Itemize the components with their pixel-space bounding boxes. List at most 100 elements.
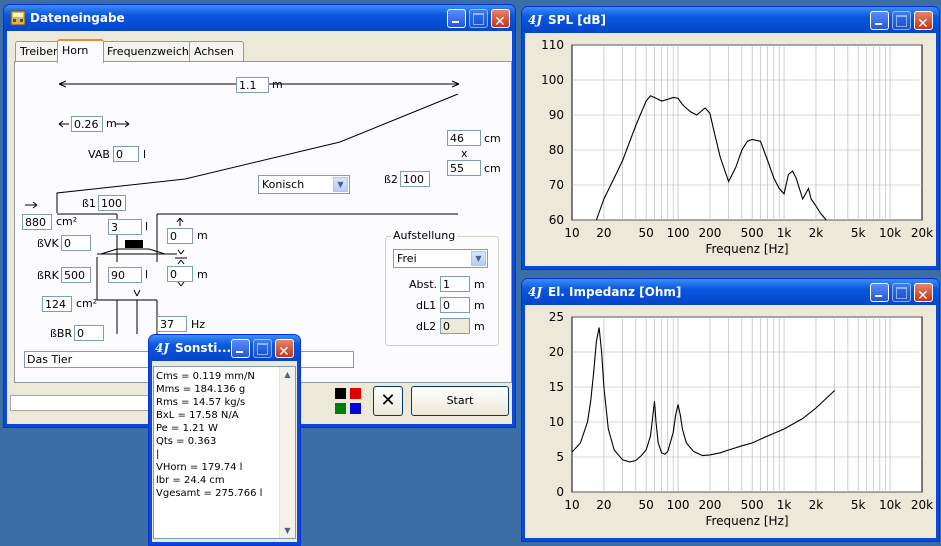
- vab-unit: l: [143, 148, 147, 161]
- beta2-label: ß2: [384, 173, 398, 186]
- brk-input[interactable]: [61, 267, 91, 283]
- y-tick-label: 60: [549, 213, 564, 227]
- freq-input[interactable]: [157, 316, 187, 332]
- cancel-x-button[interactable]: ✕: [373, 386, 403, 416]
- x-tick-label: 500: [741, 498, 764, 512]
- x-tick-label: 100: [667, 226, 690, 240]
- info-line: lbr = 24.4 cm: [156, 475, 225, 486]
- tab-achsen[interactable]: Achsen: [189, 41, 244, 61]
- width-unit: cm: [484, 132, 501, 145]
- info-line: |: [156, 449, 160, 460]
- y-tick-label: 0: [556, 485, 564, 499]
- color-swatches: [335, 388, 363, 416]
- sonstiges-window: 4J Sonsti... ✕ Cms = 0.119 mm/N Mms = 184…: [148, 334, 301, 546]
- close-button[interactable]: ✕: [491, 9, 510, 30]
- dateneingabe-titlebar[interactable]: Dateneingabe ✕: [4, 5, 515, 31]
- dl2-unit: m: [474, 320, 485, 333]
- close-icon: ✕: [380, 390, 396, 411]
- bvk-input[interactable]: [61, 235, 91, 251]
- vertical-scrollbar[interactable]: ▲ ▼: [279, 367, 295, 538]
- port-area-input[interactable]: [42, 296, 72, 312]
- small-length-input[interactable]: [71, 116, 103, 132]
- app-icon: [10, 10, 26, 26]
- tab-horn[interactable]: Horn: [57, 39, 104, 63]
- sonstiges-titlebar[interactable]: 4J Sonsti... ✕: [149, 335, 300, 361]
- bbr-input[interactable]: [74, 325, 104, 341]
- x-tick-label: 1k: [777, 226, 792, 240]
- dist1-unit: m: [197, 229, 208, 242]
- x-tick-label: 2k: [809, 226, 824, 240]
- sonstiges-textarea[interactable]: Cms = 0.119 mm/N Mms = 184.136 g Rms = 14.…: [153, 366, 296, 539]
- abst-input[interactable]: [440, 276, 470, 292]
- vab-input[interactable]: [113, 146, 139, 162]
- x-tick-label: 50: [638, 226, 653, 240]
- maximize-button[interactable]: [892, 283, 911, 302]
- info-line: Vgesamt = 275.766 l: [156, 488, 263, 499]
- spl-window: 4J SPL [dB] ✕ 60 70 80 90 100 110 10 20 50 100 200…: [521, 6, 940, 270]
- spl-titlebar[interactable]: 4J SPL [dB] ✕: [522, 7, 939, 33]
- tab-treiber[interactable]: Treiber: [15, 41, 63, 61]
- aj-logo-icon: 4J: [155, 341, 170, 355]
- plot-area: [571, 316, 923, 493]
- height-unit: cm: [484, 162, 501, 175]
- minimize-button[interactable]: [231, 339, 250, 358]
- maximize-button[interactable]: [469, 9, 488, 28]
- beta2-input[interactable]: [400, 171, 430, 187]
- maximize-button[interactable]: [253, 339, 272, 358]
- swatch-red[interactable]: [350, 388, 361, 399]
- close-button[interactable]: ✕: [914, 283, 933, 304]
- throat-area-unit: cm²: [56, 215, 78, 228]
- window-title: Dateneingabe: [30, 11, 125, 25]
- beta1-input[interactable]: [98, 195, 126, 211]
- minimize-button[interactable]: [870, 283, 889, 302]
- minimize-button[interactable]: [447, 9, 466, 28]
- beta1-label: ß1: [82, 197, 96, 210]
- x-tick-label: 10k: [879, 498, 901, 512]
- spl-title: SPL [dB]: [548, 13, 606, 27]
- impedance-titlebar[interactable]: 4J El. Impedanz [Ohm] ✕: [522, 279, 939, 305]
- dist1-input[interactable]: [167, 228, 193, 244]
- dl1-input[interactable]: [440, 297, 470, 313]
- maximize-button[interactable]: [892, 11, 911, 30]
- throat-area-input[interactable]: [22, 214, 52, 230]
- width-input[interactable]: [447, 130, 481, 146]
- y-tick-label: 80: [549, 143, 564, 157]
- y-tick-label: 10: [549, 415, 564, 429]
- chevron-down-icon[interactable]: ▼: [333, 177, 348, 192]
- impedance-title: El. Impedanz [Ohm]: [548, 285, 682, 299]
- height-input[interactable]: [447, 160, 481, 176]
- length-unit: m: [272, 78, 283, 91]
- close-button[interactable]: ✕: [914, 11, 933, 32]
- times-sign: x: [461, 147, 468, 160]
- info-line: Cms = 0.119 mm/N: [156, 371, 255, 382]
- y-tick-label: 70: [549, 178, 564, 192]
- y-tick-label: 5: [556, 450, 564, 464]
- length-input[interactable]: [236, 77, 269, 93]
- swatch-black[interactable]: [335, 388, 346, 399]
- x-tick-label: 10: [564, 498, 579, 512]
- y-tick-label: 20: [549, 345, 564, 359]
- flare-type-select[interactable]: Konisch ▼: [258, 175, 350, 194]
- start-button[interactable]: Start: [411, 386, 509, 416]
- dl2-input[interactable]: [440, 318, 470, 334]
- bvk-label: ßVK: [37, 237, 59, 250]
- vol1-input[interactable]: [108, 219, 142, 235]
- scroll-down-icon[interactable]: ▼: [280, 523, 295, 538]
- x-tick-label: 10k: [879, 226, 901, 240]
- info-line: Pe = 1.21 W: [156, 423, 218, 434]
- chevron-down-icon[interactable]: ▼: [471, 251, 486, 266]
- scroll-up-icon[interactable]: ▲: [280, 367, 295, 382]
- swatch-green[interactable]: [335, 403, 346, 414]
- minimize-button[interactable]: [870, 11, 889, 30]
- swatch-blue[interactable]: [350, 403, 361, 414]
- small-length-unit: m: [106, 117, 117, 130]
- close-button[interactable]: ✕: [275, 339, 294, 360]
- dist2-unit: m: [197, 268, 208, 281]
- x-tick-label: 20k: [911, 498, 933, 512]
- info-line: BxL = 17.58 N/A: [156, 410, 239, 421]
- dist2-input[interactable]: [167, 266, 193, 282]
- vol2-input[interactable]: [108, 267, 142, 283]
- tab-frequenzweiche[interactable]: Frequenzweiche: [102, 41, 196, 61]
- freq-unit: Hz: [191, 318, 206, 331]
- aufstellung-select[interactable]: Frei ▼: [393, 249, 488, 268]
